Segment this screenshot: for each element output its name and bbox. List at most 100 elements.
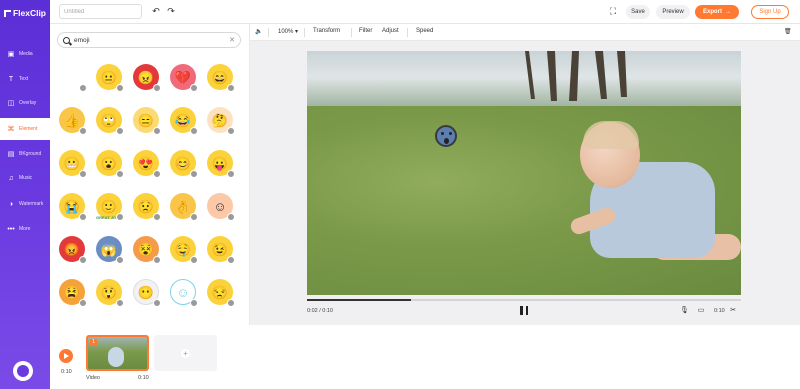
add-badge-icon[interactable] [227,299,235,307]
microphone-icon[interactable]: 🎙 [680,307,689,315]
emoji-great-emoji[interactable]: 🙂 GREAT JOB [96,193,124,221]
save-button[interactable]: Save [626,5,650,19]
emoji-nervous-blob[interactable]: 😬 [59,150,87,178]
video-canvas[interactable] [307,51,741,295]
playback-progress-bar[interactable] [307,299,741,301]
emoji-rolling-eyes[interactable]: 🙄 [96,107,124,135]
redo-icon[interactable]: ↷ [166,6,176,16]
emoji-blushing-face[interactable]: ☺ [207,193,235,221]
add-badge-icon[interactable] [227,84,235,92]
undo-icon[interactable]: ↶ [151,6,161,16]
export-button[interactable]: Export → [695,5,739,19]
add-scene-button[interactable]: + [154,335,217,371]
add-badge-icon[interactable] [79,213,87,221]
emoji-tongue-face[interactable]: 😛 [207,150,235,178]
element-search-bar[interactable]: emoji ✕ [57,32,241,48]
sidebar-item-bkground[interactable]: ▤ BKground [0,143,50,165]
add-badge-icon[interactable] [116,256,124,264]
aspect-ratio-icon[interactable]: ▭ [697,307,705,315]
add-badge-icon[interactable] [190,127,198,135]
add-badge-icon[interactable] [190,170,198,178]
arrow-right-icon: → [725,9,731,15]
emoji-angry-face[interactable]: 😠 [133,64,161,92]
add-badge-icon[interactable] [116,170,124,178]
emoji-ok-hand[interactable]: 👌 [170,193,198,221]
emoji-thinking-face[interactable]: 🤔 [207,107,235,135]
pause-button[interactable] [520,306,528,315]
emoji-surprised-face[interactable]: 😮 [96,150,124,178]
volume-icon[interactable]: 🔈 [255,28,262,35]
add-badge-icon[interactable] [116,84,124,92]
add-badge-icon[interactable] [153,299,161,307]
project-title-input[interactable] [59,4,142,19]
filter-button[interactable]: Filter [359,28,372,34]
adjust-button[interactable]: Adjust [382,28,399,34]
emoji-winking-face[interactable]: 😉 [207,236,235,264]
sign-up-button[interactable]: Sign Up [751,5,789,19]
zoom-select[interactable]: 100% ▾ [278,28,298,35]
emoji-worried-face[interactable]: 😟 [133,193,161,221]
music-icon: ♫ [8,174,14,182]
search-input[interactable]: emoji [74,37,225,44]
add-badge-icon[interactable] [153,213,161,221]
add-badge-icon[interactable] [116,213,124,221]
add-badge-icon[interactable] [190,84,198,92]
add-badge-icon[interactable] [190,299,198,307]
add-badge-icon[interactable] [227,256,235,264]
emoji-grinning-face[interactable]: 😄 [207,64,235,92]
sidebar-item-text[interactable]: T Text [0,68,50,90]
add-badge-icon[interactable] [153,170,161,178]
add-badge-icon[interactable] [190,256,198,264]
sidebar-item-element[interactable]: ⌘ Element [0,118,51,140]
add-badge-icon[interactable] [79,256,87,264]
emoji-neutral-face[interactable]: 😐 [96,64,124,92]
add-badge-icon[interactable] [79,84,87,92]
scene-clip-1[interactable]: 1 [86,335,149,371]
fullscreen-icon[interactable]: ⛶ [608,6,618,16]
emoji-rage-face[interactable]: 😡 [59,236,87,264]
sidebar-item-music[interactable]: ♫ Music [0,167,50,189]
add-badge-icon[interactable] [153,84,161,92]
fearful-emoji-sticker[interactable] [435,125,457,147]
emoji-broken-heart[interactable]: 💔 [170,64,198,92]
delete-icon[interactable]: 🗑 [784,28,792,35]
emoji-outline-smile[interactable]: ☺ [170,279,198,307]
clear-search-icon[interactable]: ✕ [229,36,235,44]
add-badge-icon[interactable] [227,127,235,135]
sidebar-item-more[interactable]: ••• More [0,218,50,240]
emoji-expressionless-face[interactable]: 😑 [133,107,161,135]
add-badge-icon[interactable] [227,170,235,178]
emoji-loading-placeholder[interactable] [59,64,87,92]
add-badge-icon[interactable] [153,256,161,264]
add-badge-icon[interactable] [153,127,161,135]
play-all-button[interactable] [59,349,73,363]
split-icon[interactable]: ✂ [729,307,737,315]
emoji-thumbs-up[interactable]: 👍 [59,107,87,135]
emoji-crying-face[interactable]: 😭 [59,193,87,221]
add-badge-icon[interactable] [116,127,124,135]
transform-button[interactable]: Transform [313,28,340,34]
preview-button[interactable]: Preview [656,5,690,19]
emoji-fearful-face[interactable]: 😱 [96,236,124,264]
add-badge-icon[interactable] [227,213,235,221]
emoji-drooling-face[interactable]: 🤤 [170,236,198,264]
add-badge-icon[interactable] [79,127,87,135]
emoji-unamused-face[interactable]: 😒 [207,279,235,307]
add-badge-icon[interactable] [190,213,198,221]
sidebar-item-watermark[interactable]: ◑ Watermark [0,193,50,215]
emoji-heart-eyes[interactable]: 😍 [133,150,161,178]
sidebar-item-media[interactable]: ▣ Media [0,43,50,65]
flexclip-logo[interactable]: FlexClip [4,6,46,20]
emoji-tired-face[interactable]: 😫 [59,279,87,307]
chat-support-button[interactable] [13,361,33,381]
add-badge-icon[interactable] [79,299,87,307]
add-badge-icon[interactable] [116,299,124,307]
emoji-blank-face[interactable]: 😶 [133,279,161,307]
emoji-astonished-face[interactable]: 😲 [96,279,124,307]
sidebar-item-overlay[interactable]: ◫ Overlay [0,92,50,114]
add-badge-icon[interactable] [79,170,87,178]
emoji-smiling-face[interactable]: 😊 [170,150,198,178]
emoji-joy-face[interactable]: 😂 [170,107,198,135]
speed-button[interactable]: Speed [416,28,433,34]
emoji-dizzy-face[interactable]: 😵 [133,236,161,264]
